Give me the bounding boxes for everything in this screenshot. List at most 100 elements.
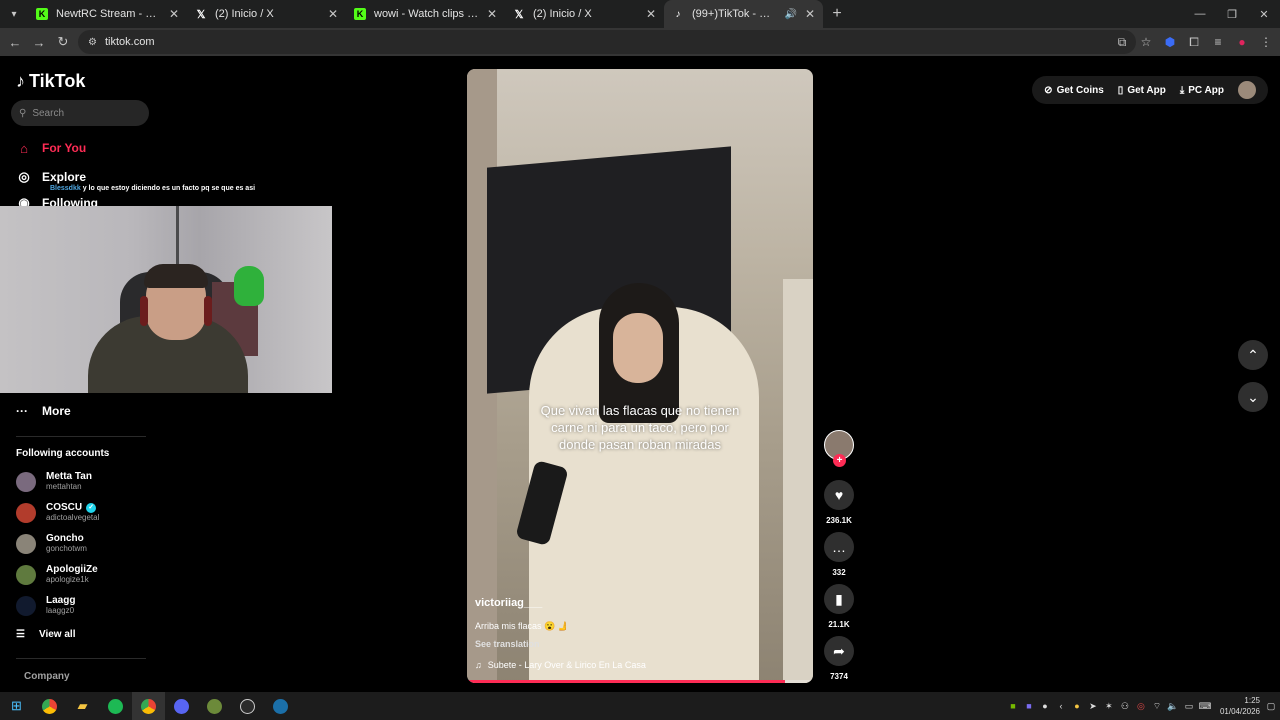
bookmark-star-icon[interactable]: ☆ bbox=[1138, 34, 1154, 50]
close-tab-icon[interactable]: ✕ bbox=[169, 7, 179, 21]
follow-plus-icon[interactable]: + bbox=[833, 454, 846, 467]
next-video-button[interactable]: ⌄ bbox=[1238, 382, 1268, 412]
browser-tab-active[interactable]: ♪ (99+)TikTok - Make Your Day 🔊 ✕ bbox=[664, 0, 823, 28]
chrome-icon[interactable] bbox=[33, 692, 66, 720]
close-tab-icon[interactable]: ✕ bbox=[646, 7, 656, 21]
forward-icon[interactable]: → bbox=[27, 28, 51, 56]
discord-icon[interactable] bbox=[165, 692, 198, 720]
tray-app-icon[interactable]: ➤ bbox=[1088, 701, 1098, 711]
video-progress-bar[interactable] bbox=[467, 680, 813, 683]
volume-icon[interactable]: 🔈 bbox=[1167, 701, 1178, 711]
profile-avatar[interactable] bbox=[1238, 81, 1256, 99]
avatar bbox=[16, 533, 36, 554]
x-icon: 𝕏 bbox=[196, 8, 206, 21]
home-icon: ⌂ bbox=[20, 140, 28, 156]
battery-icon[interactable]: ▭ bbox=[1184, 701, 1194, 711]
following-account[interactable]: ApologiiZe apologize1k bbox=[16, 564, 98, 585]
steam-icon[interactable] bbox=[264, 692, 297, 720]
obs-icon[interactable] bbox=[231, 692, 264, 720]
view-all-button[interactable]: ☰ View all bbox=[16, 629, 75, 640]
account-name: Metta Tan bbox=[46, 471, 92, 482]
comment-count: 332 bbox=[832, 568, 846, 577]
headphones-left bbox=[140, 296, 148, 326]
tray-app-icon[interactable]: ✶ bbox=[1104, 701, 1114, 711]
clock[interactable]: 1:25 01/04/2026 bbox=[1220, 695, 1260, 717]
extensions-icon[interactable]: ⧠ bbox=[1186, 34, 1202, 50]
comment-action[interactable]: … 332 bbox=[822, 532, 856, 577]
like-action[interactable]: ♥ 236.1K bbox=[822, 480, 856, 525]
tray-app-icon[interactable]: ⚇ bbox=[1120, 701, 1130, 711]
speaker-icon[interactable]: 🔊 bbox=[784, 9, 796, 20]
back-icon[interactable]: ← bbox=[3, 28, 27, 56]
close-tab-icon[interactable]: ✕ bbox=[487, 7, 497, 21]
nav-more[interactable]: ··· More bbox=[16, 404, 71, 418]
new-tab-button[interactable]: + bbox=[823, 0, 851, 28]
divider bbox=[16, 436, 146, 437]
tiktok-logo[interactable]: ♪ TikTok bbox=[16, 71, 85, 92]
tray-app-icon[interactable]: ‹ bbox=[1056, 701, 1066, 711]
company-link[interactable]: Company bbox=[24, 671, 70, 682]
profile-icon[interactable]: ● bbox=[1234, 34, 1250, 50]
site-info-icon[interactable]: ⚙ bbox=[88, 37, 97, 48]
browser-tab[interactable]: 𝕏 (2) Inicio / X ✕ bbox=[187, 0, 346, 28]
windows-start-icon[interactable]: ⊞ bbox=[0, 692, 33, 720]
spotify-icon[interactable] bbox=[99, 692, 132, 720]
following-account[interactable]: COSCU ✓ adictoalvegetal bbox=[16, 502, 99, 523]
extension-shield-icon[interactable]: ⬢ bbox=[1162, 34, 1178, 50]
video-username[interactable]: victoriiag___ bbox=[475, 597, 542, 609]
bookmark-icon[interactable]: ▮ bbox=[824, 584, 854, 614]
account-handle: gonchotwm bbox=[46, 544, 87, 553]
pc-app-button[interactable]: ⤓ PC App bbox=[1180, 85, 1224, 96]
share-count: 7374 bbox=[830, 672, 848, 681]
video-player[interactable]: Que vivan las flacas que no tienen carne… bbox=[467, 69, 813, 683]
file-explorer-icon[interactable]: ▰ bbox=[66, 692, 99, 720]
following-account[interactable]: Laagg laaggz0 bbox=[16, 595, 75, 616]
video-music[interactable]: ♫ Subete - Lary Over & Lirico En La Casa bbox=[475, 660, 646, 670]
tray-app-icon[interactable]: ● bbox=[1040, 701, 1050, 711]
search-input[interactable]: ⚲ Search bbox=[11, 100, 149, 126]
tray-app-icon[interactable]: ● bbox=[1072, 701, 1082, 711]
notification-icon[interactable]: ▢ bbox=[1266, 701, 1276, 711]
get-coins-button[interactable]: ⊘ Get Coins bbox=[1044, 85, 1104, 96]
previous-video-button[interactable]: ⌃ bbox=[1238, 340, 1268, 370]
url-bar[interactable]: ⚙ tiktok.com bbox=[78, 30, 1136, 54]
webcam-green-mask bbox=[234, 266, 264, 306]
get-app-label: Get App bbox=[1127, 84, 1166, 96]
comment-icon[interactable]: … bbox=[824, 532, 854, 562]
language-icon[interactable]: ⌨ bbox=[1198, 701, 1211, 711]
close-window-icon[interactable]: ✕ bbox=[1248, 0, 1280, 28]
nav-explore[interactable]: ◎ Explore bbox=[16, 169, 86, 185]
nvidia-icon[interactable]: ■ bbox=[1008, 701, 1018, 711]
browser-tab[interactable]: K wowi - Watch clips on Kick ✕ bbox=[346, 0, 505, 28]
following-account[interactable]: Goncho gonchotwm bbox=[16, 533, 87, 554]
install-app-icon[interactable]: ⧉ bbox=[1114, 34, 1130, 50]
reload-icon[interactable]: ↻ bbox=[51, 28, 75, 56]
wifi-icon[interactable]: ⌔ bbox=[1152, 701, 1162, 711]
browser-tab[interactable]: K NewtRC Stream - Watch Live on Kick ✕ bbox=[28, 0, 187, 28]
verified-badge-icon: ✓ bbox=[86, 502, 97, 513]
minimize-icon[interactable]: — bbox=[1184, 0, 1216, 28]
tab-search-icon[interactable]: ▾ bbox=[0, 0, 28, 28]
tray-app-icon[interactable]: ◎ bbox=[1136, 701, 1146, 711]
phone-icon: ▯ bbox=[1117, 84, 1124, 96]
nav-for-you[interactable]: ⌂ For You bbox=[16, 140, 86, 156]
get-app-button[interactable]: ▯ Get App bbox=[1118, 85, 1166, 96]
close-tab-icon[interactable]: ✕ bbox=[328, 7, 338, 21]
following-account[interactable]: Metta Tan mettahtan bbox=[16, 471, 92, 492]
app-icon[interactable] bbox=[198, 692, 231, 720]
close-tab-icon[interactable]: ✕ bbox=[805, 7, 815, 21]
media-controls-icon[interactable]: ≡ bbox=[1210, 34, 1226, 50]
chevron-up-icon: ⌃ bbox=[1247, 346, 1259, 363]
chrome-active-icon[interactable] bbox=[132, 692, 165, 720]
browser-tab[interactable]: 𝕏 (2) Inicio / X ✕ bbox=[505, 0, 664, 28]
window-controls: — ❐ ✕ bbox=[1184, 0, 1280, 28]
heart-icon[interactable]: ♥ bbox=[824, 480, 854, 510]
tray-app-icon[interactable]: ■ bbox=[1024, 701, 1034, 711]
share-icon[interactable]: ➦ bbox=[824, 636, 854, 666]
restore-icon[interactable]: ❐ bbox=[1216, 0, 1248, 28]
see-translation-link[interactable]: See translation bbox=[475, 639, 540, 649]
share-action[interactable]: ➦ 7374 bbox=[822, 636, 856, 681]
account-handle: laaggz0 bbox=[46, 606, 75, 615]
save-action[interactable]: ▮ 21.1K bbox=[822, 584, 856, 629]
browser-menu-icon[interactable]: ⋮ bbox=[1258, 34, 1274, 50]
